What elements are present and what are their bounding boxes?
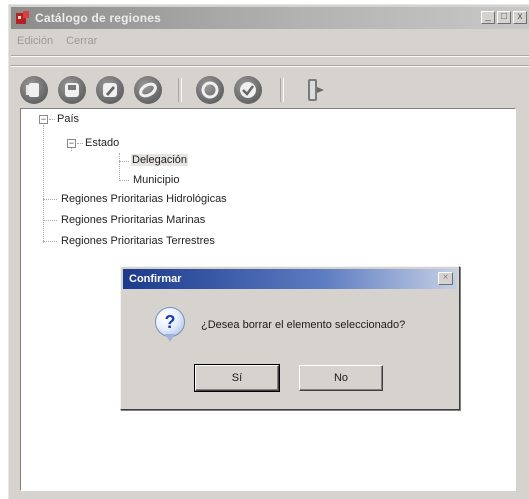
dialog-title: Confirmar bbox=[129, 273, 182, 285]
tree-connector bbox=[119, 180, 129, 181]
toolbar-separator-top bbox=[11, 65, 529, 67]
tree-item-marinas[interactable]: Regiones Prioritarias Marinas bbox=[61, 214, 205, 226]
maximize-button[interactable]: □ bbox=[497, 11, 511, 24]
dialog-close-button[interactable]: × bbox=[438, 272, 453, 285]
menu-separator bbox=[11, 55, 529, 57]
tree-connector bbox=[49, 119, 55, 120]
first-record-icon[interactable] bbox=[20, 76, 48, 104]
tree-item-hidrologicas[interactable]: Regiones Prioritarias Hidrológicas bbox=[61, 193, 227, 205]
link-icon[interactable] bbox=[134, 76, 162, 104]
exit-icon[interactable] bbox=[300, 76, 328, 104]
collapse-estado-icon[interactable]: − bbox=[67, 139, 76, 148]
tree-item-estado[interactable]: Estado bbox=[85, 137, 119, 149]
menu-cerrar[interactable]: Cerrar bbox=[66, 35, 97, 47]
menu-edicion[interactable]: Edición bbox=[17, 35, 53, 47]
collapse-pais-icon[interactable]: − bbox=[39, 115, 48, 124]
tree-item-terrestres[interactable]: Regiones Prioritarias Terrestres bbox=[61, 235, 215, 247]
toolbar-separator bbox=[178, 78, 182, 102]
cancel-icon[interactable] bbox=[196, 76, 224, 104]
app-icon bbox=[16, 11, 29, 24]
tree-item-delegacion[interactable]: Delegación bbox=[131, 154, 189, 166]
window-title: Catálogo de regiones bbox=[35, 11, 162, 25]
no-button[interactable]: No bbox=[299, 365, 383, 391]
tree-item-pais[interactable]: País bbox=[57, 113, 79, 125]
tree-connector bbox=[119, 153, 120, 181]
dialog-title-bar[interactable]: Confirmar × bbox=[123, 269, 457, 289]
question-icon-tail bbox=[165, 334, 175, 342]
dialog-message: ¿Desea borrar el elemento seleccionado? bbox=[201, 319, 406, 331]
title-bar[interactable]: Catálogo de regiones _ □ x bbox=[11, 7, 529, 29]
save-icon[interactable] bbox=[58, 76, 86, 104]
close-button[interactable]: x bbox=[513, 11, 527, 24]
minimize-button[interactable]: _ bbox=[481, 11, 495, 24]
check-icon[interactable] bbox=[234, 76, 262, 104]
confirm-dialog: Confirmar × ? ¿Desea borrar el elemento … bbox=[120, 266, 460, 410]
tree-item-municipio[interactable]: Municipio bbox=[133, 174, 179, 186]
menu-bar: Edición Cerrar bbox=[17, 35, 107, 53]
yes-button[interactable]: Sí bbox=[194, 364, 280, 392]
tree-connector bbox=[43, 125, 44, 243]
tree-connector bbox=[43, 241, 57, 242]
tree-connector bbox=[43, 199, 57, 200]
toolbar-separator bbox=[280, 78, 284, 102]
toolbar bbox=[18, 72, 438, 108]
edit-icon[interactable] bbox=[96, 76, 124, 104]
question-icon: ? bbox=[155, 307, 185, 337]
tree-connector bbox=[119, 161, 129, 162]
tree-connector bbox=[77, 143, 83, 144]
tree-connector bbox=[43, 220, 57, 221]
